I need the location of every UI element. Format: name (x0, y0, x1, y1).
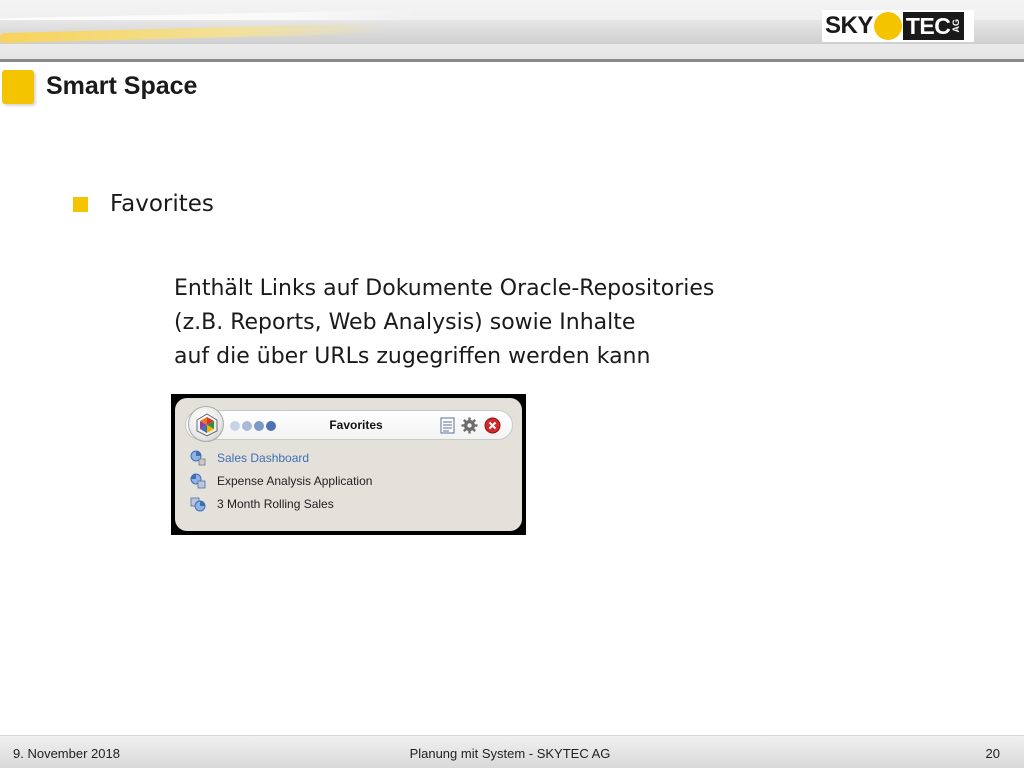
body-paragraph: Enthält Links auf Dokumente Oracle-Repos… (174, 272, 794, 374)
header-band: SKY TEC AG (0, 0, 1024, 62)
gear-icon[interactable] (461, 417, 478, 434)
logo-ag-text: AG (951, 19, 962, 33)
list-item-label[interactable]: 3 Month Rolling Sales (217, 497, 334, 511)
footer-date: 9. November 2018 (13, 746, 120, 761)
report-item-icon (189, 495, 207, 513)
bullet-text: Favorites (110, 191, 214, 217)
page-dot[interactable] (266, 421, 276, 431)
page-number: 20 (985, 746, 1000, 761)
body-line: Enthält Links auf Dokumente Oracle-Repos… (174, 276, 715, 301)
body-line: auf die über URLs zugegriffen werden kan… (174, 344, 651, 369)
list-item[interactable]: 3 Month Rolling Sales (189, 492, 372, 515)
page-dots (230, 421, 276, 431)
list-item-label[interactable]: Sales Dashboard (217, 451, 309, 465)
favorites-widget-title: Favorites (329, 418, 383, 432)
favorites-widget: Favorites Sales Dashboard Expense Analys… (171, 394, 526, 535)
logo-sun-icon (873, 12, 902, 40)
list-item[interactable]: Sales Dashboard (189, 446, 372, 469)
close-icon[interactable] (484, 417, 501, 434)
smartspace-logo-icon[interactable] (188, 406, 224, 442)
footer-center-text: Planung mit System - SKYTEC AG (409, 746, 611, 761)
title-marker (2, 70, 34, 104)
list-item-label[interactable]: Expense Analysis Application (217, 474, 372, 488)
application-item-icon (189, 472, 207, 490)
page-title: Smart Space (46, 72, 198, 100)
logo-tec-text: TEC (905, 12, 951, 39)
body-line: (z.B. Reports, Web Analysis) sowie Inhal… (174, 310, 636, 335)
list-item[interactable]: Expense Analysis Application (189, 469, 372, 492)
page-dot[interactable] (242, 421, 252, 431)
favorites-list: Sales Dashboard Expense Analysis Applica… (189, 446, 372, 515)
page-dot[interactable] (230, 421, 240, 431)
list-icon[interactable] (439, 417, 456, 434)
bullet-marker-icon (73, 197, 88, 212)
logo-sky-text: SKY (825, 12, 873, 39)
logo-tec-box: TEC AG (902, 12, 965, 40)
footer: 9. November 2018 Planung mit System - SK… (0, 735, 1024, 768)
dashboard-item-icon (189, 449, 207, 467)
skytec-logo: SKY TEC AG (822, 10, 974, 42)
favorites-widget-header: Favorites (185, 406, 513, 442)
page-dot[interactable] (254, 421, 264, 431)
favorites-widget-panel: Favorites Sales Dashboard Expense Analys… (175, 398, 522, 531)
